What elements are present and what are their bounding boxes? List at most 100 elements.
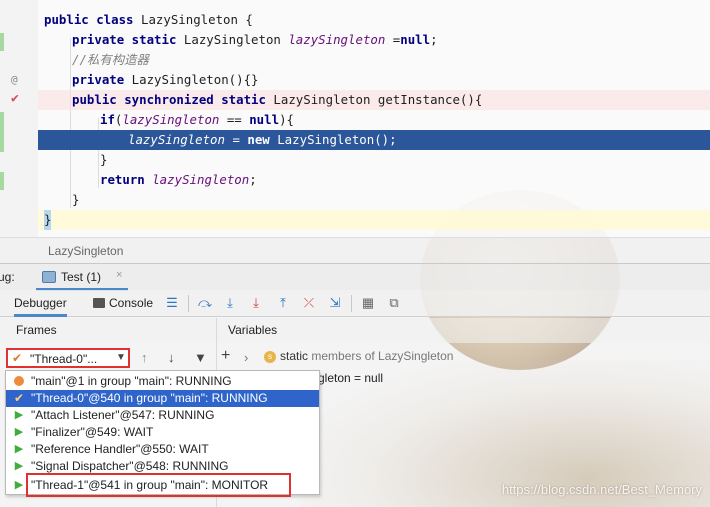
step-into-icon[interactable]: ⤓ bbox=[248, 295, 264, 311]
field-name: lazySingleton bbox=[122, 112, 220, 127]
add-watch-icon[interactable]: + bbox=[221, 347, 230, 365]
play-icon: ▶ bbox=[14, 443, 24, 455]
keyword: private static bbox=[72, 32, 177, 47]
play-icon: ▶ bbox=[14, 479, 24, 491]
code-text: LazySingleton(); bbox=[269, 132, 397, 147]
step-out-icon[interactable]: ⤒ bbox=[275, 295, 291, 311]
field-name: lazySingleton bbox=[128, 132, 225, 147]
change-marker bbox=[0, 33, 4, 51]
breadcrumb-item[interactable]: LazySingleton bbox=[48, 244, 123, 258]
thread-item[interactable]: ▶ "Reference Handler"@550: WAIT bbox=[6, 441, 319, 458]
run-config-icon bbox=[42, 271, 56, 283]
watermark: https://blog.csdn.net/Best_Memory bbox=[501, 482, 702, 497]
code-text: = bbox=[385, 32, 401, 47]
play-icon: ▶ bbox=[14, 426, 24, 438]
check-icon: ✔ bbox=[12, 351, 23, 365]
thread-selector[interactable]: ✔ "Thread-0"... ▼ bbox=[6, 348, 130, 368]
tab-debugger[interactable]: Debugger bbox=[14, 290, 67, 317]
tab-test-session[interactable]: Test (1) × bbox=[36, 264, 128, 291]
show-execution-point-icon[interactable]: ⤼ bbox=[197, 295, 213, 311]
layout-menu-icon[interactable]: ☰ bbox=[164, 295, 180, 311]
code-text: LazySingleton getInstance(){ bbox=[265, 92, 483, 107]
check-icon: ✔ bbox=[13, 391, 25, 405]
code-line: //私有构造器 bbox=[38, 50, 710, 70]
thread-item[interactable]: ▶ "Attach Listener"@547: RUNNING bbox=[6, 407, 319, 424]
arrow-up-icon[interactable]: ↑ bbox=[141, 350, 148, 365]
override-marker-icon[interactable]: @ bbox=[11, 73, 18, 87]
code-line: if(lazySingleton == null){ bbox=[38, 110, 710, 130]
filter-icon[interactable]: ▼ bbox=[194, 350, 207, 365]
thread-label: "Finalizer"@549: WAIT bbox=[31, 425, 154, 439]
panel-headers: Frames Variables bbox=[0, 318, 710, 343]
breakpoint-line: public synchronized static LazySingleton… bbox=[38, 90, 710, 110]
field-name: lazySingleton bbox=[288, 32, 386, 47]
class-name: LazySingleton { bbox=[133, 12, 253, 27]
debug-window-label: ug: bbox=[0, 270, 15, 284]
variable-value: gleton = null bbox=[318, 371, 384, 385]
code-text: LazySingleton(){} bbox=[124, 72, 259, 87]
run-to-cursor-icon[interactable]: ⇲ bbox=[327, 295, 343, 311]
keyword: public class bbox=[44, 12, 134, 27]
step-over-icon[interactable]: ⤓ bbox=[222, 295, 238, 311]
static-icon: s bbox=[264, 351, 276, 363]
change-marker bbox=[0, 112, 4, 152]
debugger-toolbar: Debugger Console ☰ ⤼ ⤓ ⤓ ⤒ ⤫ ⇲ ▦ ⧉ bbox=[0, 290, 710, 317]
running-dot-icon bbox=[14, 376, 24, 386]
editor-gutter: @ ✔ bbox=[0, 0, 38, 237]
type-name: LazySingleton bbox=[176, 32, 289, 47]
thread-label: "Attach Listener"@547: RUNNING bbox=[31, 408, 215, 422]
tab-label: Test (1) bbox=[61, 270, 102, 284]
debug-tool-window-header: ug: Test (1) × bbox=[0, 263, 710, 291]
tab-console[interactable]: Console bbox=[109, 290, 153, 317]
arrow-down-icon[interactable]: ↓ bbox=[168, 350, 175, 365]
expand-arrow-icon[interactable]: › bbox=[244, 350, 248, 365]
close-icon[interactable]: × bbox=[116, 269, 122, 281]
code-text: } bbox=[100, 152, 108, 167]
code-text: = bbox=[224, 132, 248, 147]
code-text: } bbox=[72, 192, 80, 207]
play-icon: ▶ bbox=[14, 460, 24, 472]
thread-label: "main"@1 in group "main": RUNNING bbox=[31, 374, 232, 388]
toolbar-separator bbox=[188, 295, 189, 312]
execution-line: lazySingleton = new LazySingleton(); bbox=[38, 130, 710, 150]
annotation-highlight-box bbox=[26, 473, 291, 497]
caret-line: } bbox=[38, 210, 710, 230]
code-line: private static LazySingleton lazySinglet… bbox=[38, 30, 710, 50]
thread-selector-value: "Thread-0"... bbox=[30, 352, 98, 366]
code-text: ; bbox=[430, 32, 438, 47]
thread-label: "Reference Handler"@550: WAIT bbox=[31, 442, 209, 456]
code-line: private LazySingleton(){} bbox=[38, 70, 710, 90]
keyword: null bbox=[249, 112, 280, 127]
breakpoint-icon[interactable]: ✔ bbox=[11, 92, 19, 106]
drop-frame-icon[interactable]: ⤫ bbox=[301, 295, 317, 311]
code-editor[interactable]: @ ✔ public class LazySingleton { private… bbox=[0, 0, 710, 237]
evaluate-expression-icon[interactable]: ▦ bbox=[360, 295, 376, 311]
code-line: } bbox=[38, 190, 710, 210]
code-text: == bbox=[219, 112, 250, 127]
play-icon: ▶ bbox=[14, 409, 24, 421]
field-name: lazySingleton bbox=[144, 172, 250, 187]
keyword: null bbox=[400, 32, 431, 47]
keyword: return bbox=[100, 172, 145, 187]
code-line: return lazySingleton; bbox=[38, 170, 710, 190]
change-marker bbox=[0, 172, 4, 190]
code-line: } bbox=[38, 150, 710, 170]
variables-title: Variables bbox=[228, 323, 278, 337]
static-members-node[interactable]: s static members of LazySingleton bbox=[264, 349, 453, 363]
keyword: if bbox=[100, 112, 115, 127]
keyword: public synchronized static bbox=[72, 92, 266, 107]
keyword: new bbox=[247, 132, 270, 147]
code-text: ; bbox=[249, 172, 257, 187]
restore-layout-icon[interactable]: ⧉ bbox=[386, 295, 402, 311]
toolbar-separator bbox=[351, 295, 352, 312]
console-icon bbox=[93, 298, 105, 308]
thread-item[interactable]: "main"@1 in group "main": RUNNING bbox=[6, 373, 319, 390]
thread-item-selected[interactable]: ✔ "Thread-0"@540 in group "main": RUNNIN… bbox=[6, 390, 319, 407]
keyword: private bbox=[72, 72, 125, 87]
frames-title: Frames bbox=[16, 323, 57, 337]
thread-item[interactable]: ▶ "Finalizer"@549: WAIT bbox=[6, 424, 319, 441]
code-line: public class LazySingleton { bbox=[38, 10, 710, 30]
matched-brace: } bbox=[44, 210, 52, 230]
chevron-down-icon: ▼ bbox=[116, 352, 126, 363]
static-members-label: members of LazySingleton bbox=[308, 349, 454, 363]
